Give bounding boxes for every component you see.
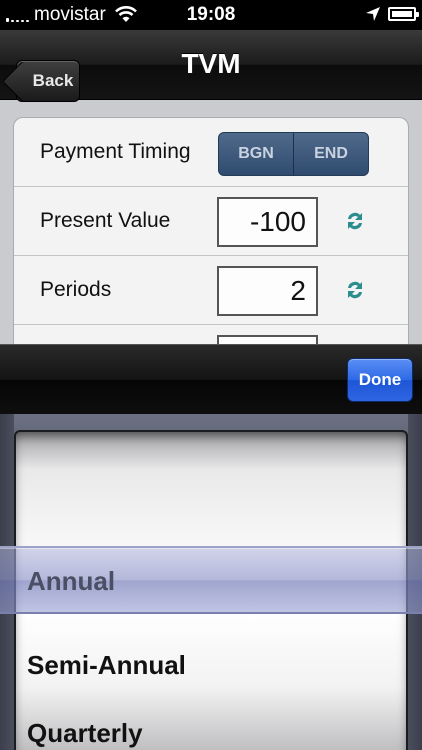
back-button[interactable]: Back (16, 60, 80, 102)
picker-option[interactable]: Semi-Annual (27, 650, 186, 681)
payment-timing-segmented-control: BGN END (218, 132, 369, 176)
status-bar: movistar 19:08 (0, 0, 422, 30)
location-arrow-icon (366, 7, 380, 21)
frequency-picker[interactable]: Semi-Annual Quarterly Annual (0, 414, 422, 750)
tvm-form: Payment Timing BGN END Present Value -10… (0, 100, 422, 350)
form-table-group: Payment Timing BGN END Present Value -10… (13, 117, 409, 350)
battery-icon (388, 7, 419, 21)
refresh-icon[interactable] (344, 278, 366, 302)
payment-timing-label: Payment Timing (40, 140, 191, 163)
present-value-row: Present Value -100 (14, 187, 408, 256)
navigation-bar: Back TVM (0, 30, 422, 102)
periods-row: Periods 2 (14, 256, 408, 325)
periods-label: Periods (40, 278, 112, 301)
present-value-label: Present Value (40, 209, 171, 232)
done-button[interactable]: Done (347, 358, 413, 402)
refresh-icon[interactable] (344, 209, 366, 233)
segment-end[interactable]: END (293, 133, 368, 175)
picker-option[interactable]: Quarterly (27, 718, 143, 749)
present-value-field[interactable]: -100 (217, 197, 318, 247)
periods-field[interactable]: 2 (217, 266, 318, 316)
picker-toolbar: Done (0, 344, 422, 414)
picker-selection-indicator: Annual (0, 546, 422, 614)
picker-selected-option[interactable]: Annual (27, 566, 115, 597)
payment-timing-row: Payment Timing BGN END (14, 118, 408, 187)
clock: 19:08 (186, 4, 236, 25)
segment-bgn[interactable]: BGN (219, 133, 293, 175)
